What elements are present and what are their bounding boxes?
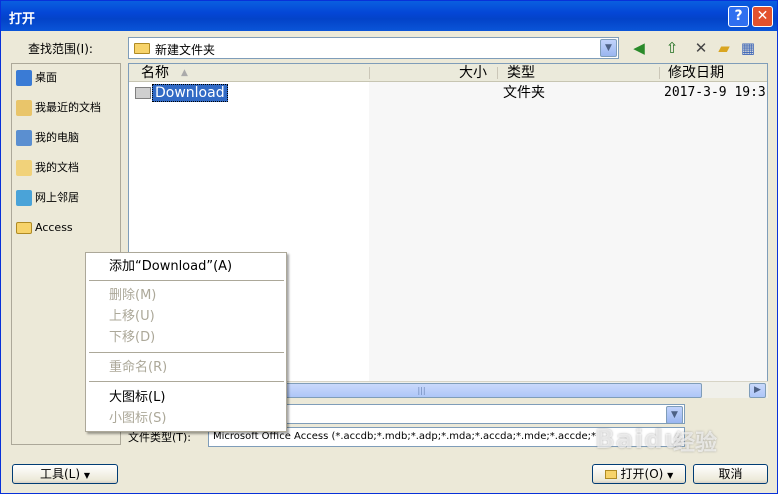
- column-type[interactable]: 类型: [507, 64, 535, 82]
- scroll-right-icon[interactable]: ▶: [749, 383, 766, 398]
- back-icon[interactable]: ◀: [629, 38, 649, 58]
- menu-item-large-icons[interactable]: 大图标(L): [109, 388, 165, 408]
- look-in-combo[interactable]: 新建文件夹 ▼: [128, 37, 619, 59]
- cancel-button[interactable]: 取消: [693, 464, 768, 484]
- menu-separator: [89, 381, 284, 382]
- file-modified: 2017-3-9 19:3: [664, 85, 766, 100]
- window-title: 打开: [9, 12, 36, 27]
- place-label: 我最近的文档: [35, 101, 101, 114]
- list-item[interactable]: Download 文件夹 2017-3-9 19:3: [129, 84, 767, 102]
- place-access[interactable]: Access: [16, 217, 120, 239]
- title-bar: 打开 ? ✕: [1, 1, 777, 31]
- chevron-down-icon[interactable]: ▼: [666, 406, 683, 424]
- chevron-down-icon[interactable]: ▼: [600, 39, 617, 57]
- recent-docs-icon: [16, 100, 32, 116]
- place-label: 桌面: [35, 71, 57, 84]
- place-label: 我的文档: [35, 161, 79, 174]
- tools-button[interactable]: 工具(L) ▼: [12, 464, 118, 484]
- folder-icon: [135, 87, 151, 99]
- context-menu: 添加“Download”(A) 删除(M) 上移(U) 下移(D) 重命名(R)…: [85, 252, 287, 432]
- close-button[interactable]: ✕: [752, 6, 773, 27]
- look-in-value: 新建文件夹: [155, 43, 216, 57]
- place-recent[interactable]: 我最近的文档: [16, 97, 120, 119]
- list-header: 名称 ▲ 大小 类型 修改日期: [129, 64, 767, 82]
- place-my-documents[interactable]: 我的文档: [16, 157, 120, 179]
- open-folder-icon: [604, 470, 617, 479]
- column-modified[interactable]: 修改日期: [668, 64, 724, 82]
- my-computer-icon: [16, 130, 32, 146]
- place-label: 网上邻居: [35, 191, 79, 204]
- place-label: Access: [35, 221, 73, 234]
- menu-separator: [89, 352, 284, 353]
- folder-icon: [134, 43, 150, 54]
- sort-arrow-icon: ▲: [181, 68, 188, 78]
- open-dialog: 打开 ? ✕ 查找范围(I): 新建文件夹 ▼ ◀ ⇧ ✕ ▰ ▦ 桌面 我最近…: [0, 0, 778, 494]
- network-icon: [16, 190, 32, 206]
- desktop-icon: [16, 70, 32, 86]
- watermark-logo: Baidu: [595, 425, 684, 455]
- menu-separator: [89, 280, 284, 281]
- views-icon[interactable]: ▦: [738, 38, 758, 58]
- menu-item-add[interactable]: 添加“Download”(A): [109, 257, 232, 277]
- list-background: [369, 82, 767, 397]
- menu-item-small-icons[interactable]: 小图标(S): [109, 409, 166, 429]
- column-divider[interactable]: [369, 67, 370, 79]
- column-size[interactable]: 大小: [459, 64, 487, 82]
- column-name[interactable]: 名称: [141, 64, 169, 82]
- look-in-label: 查找范围(I):: [28, 42, 93, 56]
- delete-icon[interactable]: ✕: [691, 38, 711, 58]
- column-divider[interactable]: [659, 67, 660, 79]
- place-my-computer[interactable]: 我的电脑: [16, 127, 120, 149]
- place-label: 我的电脑: [35, 131, 79, 144]
- open-label: 打开(O): [620, 467, 664, 481]
- folder-icon: [16, 222, 32, 234]
- chevron-down-icon: ▼: [667, 471, 674, 480]
- file-type-value: Microsoft Office Access (*.accdb;*.mdb;*…: [213, 431, 596, 442]
- place-desktop[interactable]: 桌面: [16, 67, 120, 89]
- up-folder-icon[interactable]: ⇧: [662, 38, 682, 58]
- open-button[interactable]: 打开(O) ▼: [592, 464, 686, 484]
- chevron-down-icon: ▼: [83, 471, 91, 480]
- menu-item-move-up[interactable]: 上移(U): [109, 307, 155, 327]
- tools-label: 工具(L): [39, 467, 81, 481]
- watermark-suffix: 经验: [673, 431, 718, 456]
- help-button[interactable]: ?: [728, 6, 749, 27]
- file-name[interactable]: Download: [135, 84, 228, 102]
- file-name-label: Download: [152, 84, 228, 102]
- my-documents-icon: [16, 160, 32, 176]
- menu-item-move-down[interactable]: 下移(D): [109, 328, 155, 348]
- menu-item-delete[interactable]: 删除(M): [109, 286, 156, 306]
- place-network[interactable]: 网上邻居: [16, 187, 120, 209]
- new-folder-icon[interactable]: ▰: [714, 38, 734, 58]
- file-type: 文件夹: [503, 85, 545, 101]
- menu-item-rename[interactable]: 重命名(R): [109, 358, 167, 378]
- column-divider[interactable]: [497, 67, 498, 79]
